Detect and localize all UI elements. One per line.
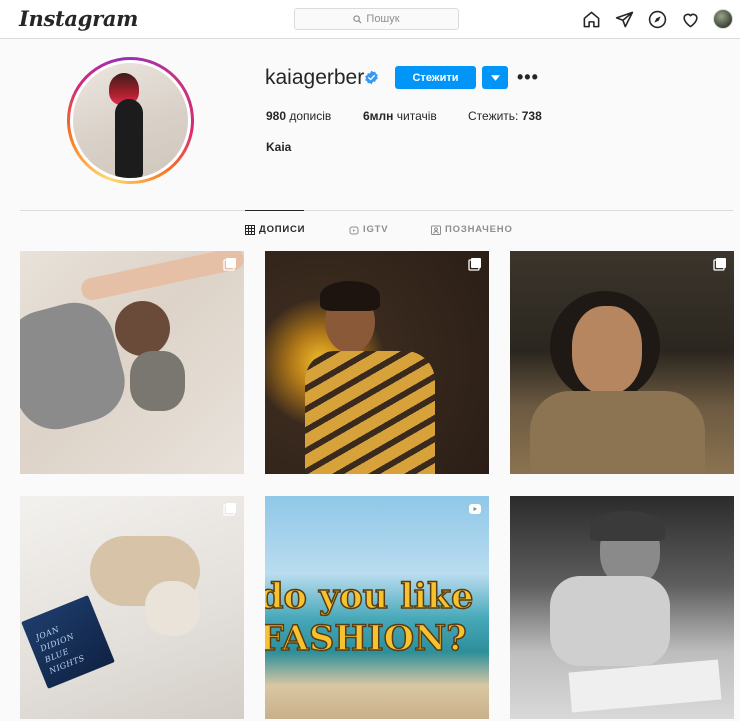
profile-full-name: Kaia [266, 140, 292, 154]
post-thumbnail[interactable]: JOAN DIDION BLUE NIGHTS [20, 496, 244, 719]
post-thumbnail[interactable] [20, 251, 244, 474]
grid-icon [245, 224, 255, 235]
direct-icon[interactable] [614, 9, 634, 29]
posts-count: 980 дописів [266, 109, 332, 123]
profile-stats: 980 дописів 6млн читачів Стежить: 738 [266, 109, 542, 123]
post-thumbnail[interactable]: do you like FASHION? [265, 496, 489, 719]
following-count[interactable]: Стежить: 738 [468, 109, 542, 123]
explore-icon[interactable] [647, 9, 667, 29]
activity-icon[interactable] [680, 9, 700, 29]
carousel-icon [713, 258, 726, 271]
profile-avatar[interactable] [713, 9, 733, 29]
follow-button[interactable]: Стежити [395, 66, 476, 89]
video-icon [469, 504, 481, 514]
tab-posts[interactable]: ДОПИСИ [245, 224, 305, 235]
carousel-icon [468, 258, 481, 271]
home-icon[interactable] [581, 9, 601, 29]
post-overlay-text: do you like FASHION? [265, 575, 474, 660]
tabs-divider [20, 210, 733, 211]
tagged-icon [431, 225, 441, 235]
post-thumbnail[interactable] [510, 496, 734, 719]
more-options-icon[interactable]: ••• [517, 68, 539, 86]
verified-badge-icon [365, 70, 378, 85]
tab-tagged[interactable]: ПОЗНАЧЕНО [431, 224, 513, 235]
instagram-logo[interactable]: Instagram [19, 6, 138, 31]
suggested-dropdown-button[interactable] [482, 66, 508, 89]
igtv-icon [349, 226, 359, 234]
carousel-icon [223, 503, 236, 516]
tab-igtv[interactable]: IGTV [349, 224, 388, 235]
top-navigation: Instagram Пошук [0, 0, 740, 39]
active-tab-indicator [245, 210, 304, 211]
post-thumbnail[interactable] [265, 251, 489, 474]
book-image: JOAN DIDION BLUE NIGHTS [21, 595, 115, 689]
carousel-icon [223, 258, 236, 271]
search-placeholder: Пошук [366, 13, 400, 25]
post-thumbnail[interactable] [510, 251, 734, 474]
search-input[interactable]: Пошук [294, 8, 459, 30]
chevron-down-icon [490, 74, 500, 81]
search-icon [353, 14, 362, 24]
profile-picture[interactable] [67, 57, 194, 184]
profile-username: kaiagerber [265, 66, 365, 89]
followers-count[interactable]: 6млн читачів [363, 109, 468, 123]
